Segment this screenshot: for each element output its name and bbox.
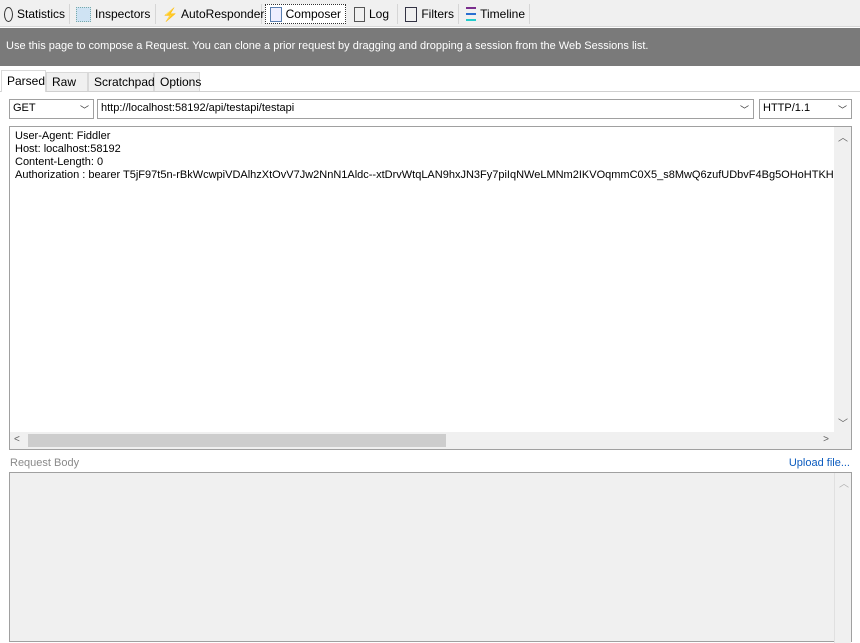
- scrollbar-thumb[interactable]: [28, 434, 446, 447]
- tab-label: Statistics: [16, 7, 65, 21]
- header-line: User-Agent: Fiddler: [15, 130, 111, 142]
- magnifier-icon: [76, 6, 91, 22]
- body-vertical-scrollbar[interactable]: ︿: [834, 473, 851, 643]
- request-body-label: Request Body: [10, 457, 80, 469]
- tab-label: Timeline: [480, 7, 525, 21]
- lightning-icon: ⚡: [162, 6, 179, 22]
- scroll-up-icon[interactable]: ︿: [839, 475, 849, 490]
- scroll-down-icon[interactable]: ﹀: [838, 415, 848, 430]
- tab-statistics[interactable]: Statistics: [0, 4, 70, 24]
- pencil-form-icon: [270, 6, 282, 22]
- tab-options[interactable]: Options: [154, 72, 201, 91]
- tab-timeline[interactable]: Timeline: [462, 4, 530, 24]
- stopwatch-icon: [4, 6, 13, 22]
- chevron-down-icon[interactable]: ﹀: [740, 103, 749, 116]
- top-tab-bar: Statistics Inspectors ⚡ AutoResponder Co…: [0, 0, 860, 27]
- request-body-editor[interactable]: ︿: [9, 472, 852, 643]
- tab-log[interactable]: Log: [350, 4, 398, 24]
- tab-label: Filters: [421, 7, 454, 21]
- scroll-up-icon[interactable]: ︿: [838, 129, 848, 144]
- tab-label: AutoResponder: [181, 7, 265, 21]
- tab-parsed[interactable]: Parsed: [1, 70, 46, 92]
- tab-autoresponder[interactable]: ⚡ AutoResponder: [158, 4, 265, 24]
- tab-label: Composer: [285, 7, 341, 21]
- checkbox-icon: [405, 6, 418, 22]
- horizontal-scrollbar[interactable]: < >: [10, 432, 835, 449]
- composer-info-banner: Use this page to compose a Request. You …: [0, 28, 860, 66]
- document-icon: [354, 6, 365, 22]
- version-value: HTTP/1.1: [763, 102, 811, 114]
- tab-composer[interactable]: Composer: [265, 4, 346, 24]
- upload-file-link[interactable]: Upload file...: [789, 457, 850, 469]
- headers-text[interactable]: User-Agent: Fiddler Host: localhost:5819…: [15, 130, 835, 182]
- composer-sub-tabs: Parsed Raw Scratchpad Options: [0, 70, 860, 92]
- url-value: http://localhost:58192/api/testapi/testa…: [101, 102, 295, 114]
- chevron-down-icon: ﹀: [837, 105, 847, 115]
- scroll-right-icon[interactable]: >: [823, 434, 829, 445]
- method-value: GET: [13, 102, 36, 114]
- tab-filters[interactable]: Filters: [401, 4, 459, 24]
- header-line: Host: localhost:58192: [15, 143, 121, 155]
- header-line: Authorization : bearer T5jF97t5n-rBkWcwp…: [15, 169, 835, 181]
- tab-label: Log: [369, 7, 390, 21]
- tab-raw[interactable]: Raw: [46, 72, 88, 91]
- method-select[interactable]: GET ﹀: [9, 99, 94, 119]
- tab-label: Inspectors: [95, 7, 151, 21]
- url-input[interactable]: http://localhost:58192/api/testapi/testa…: [97, 99, 754, 119]
- scroll-left-icon[interactable]: <: [14, 434, 20, 445]
- tab-inspectors[interactable]: Inspectors: [72, 4, 156, 24]
- timeline-icon: [466, 6, 477, 22]
- http-version-select[interactable]: HTTP/1.1 ﹀: [759, 99, 852, 119]
- scrollbar-corner: [834, 432, 851, 449]
- vertical-scrollbar[interactable]: ︿ ﹀: [834, 127, 851, 432]
- header-line: Content-Length: 0: [15, 156, 104, 168]
- chevron-down-icon: ﹀: [79, 105, 89, 115]
- request-headers-editor[interactable]: User-Agent: Fiddler Host: localhost:5819…: [9, 126, 852, 450]
- tab-scratchpad[interactable]: Scratchpad: [88, 72, 155, 91]
